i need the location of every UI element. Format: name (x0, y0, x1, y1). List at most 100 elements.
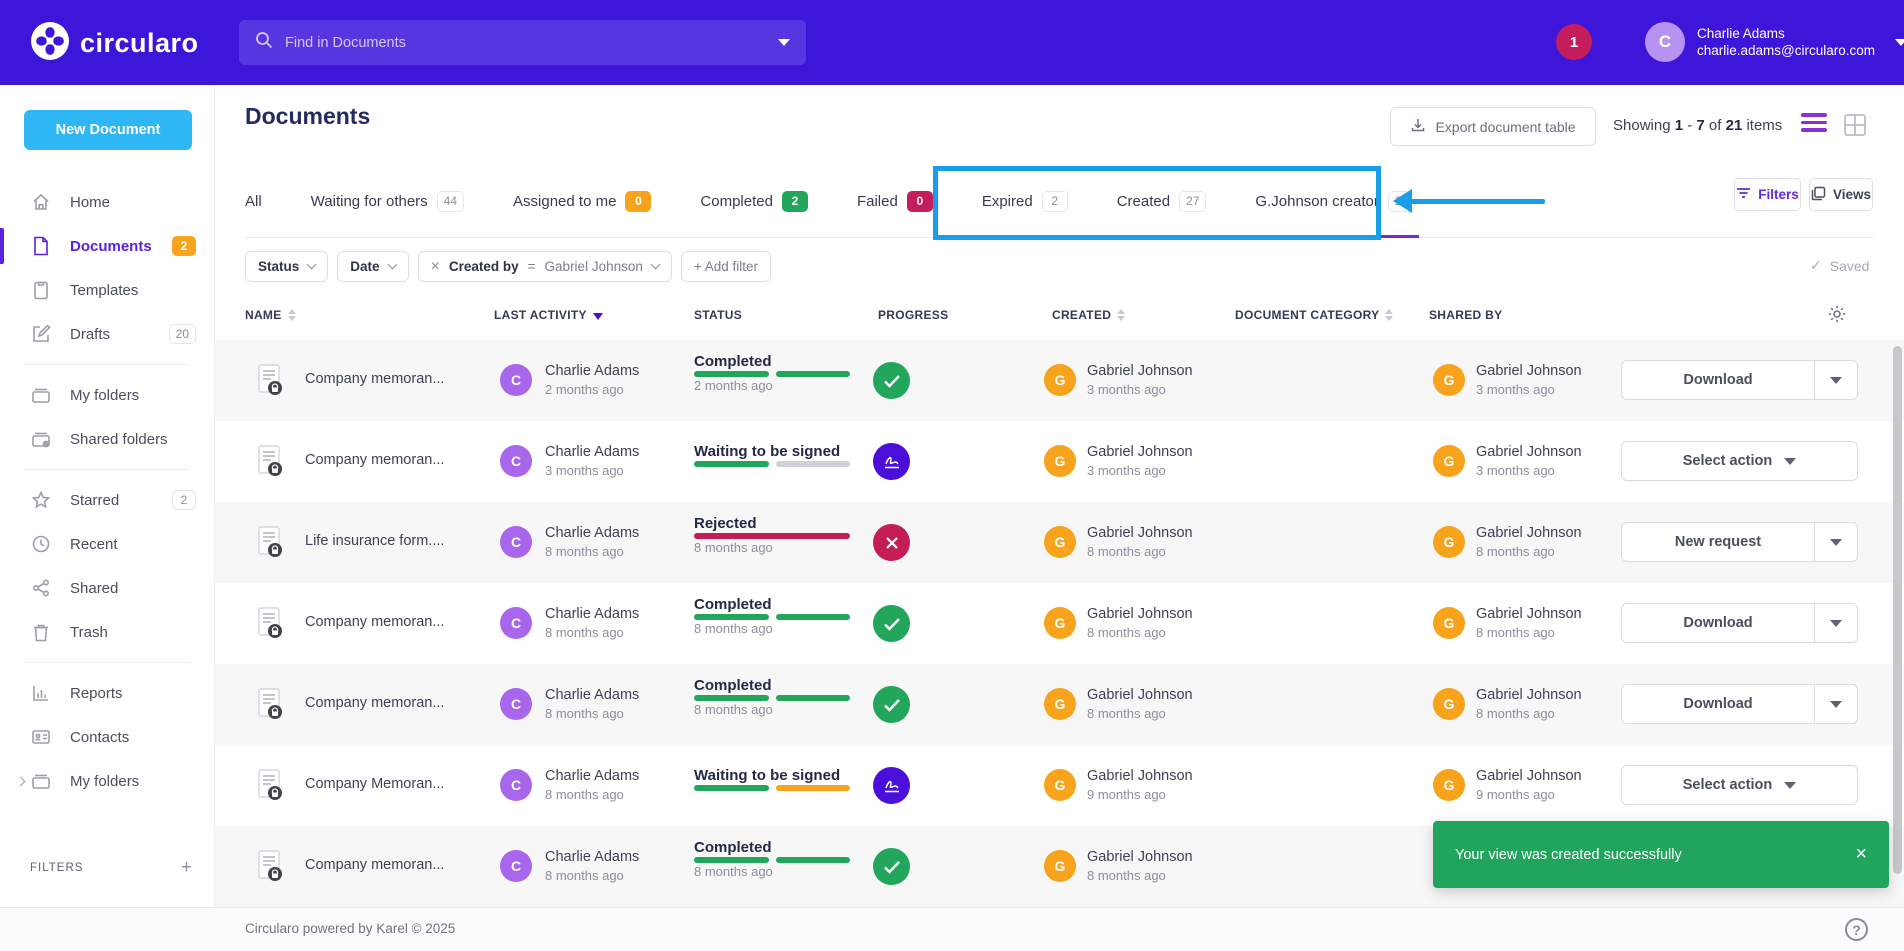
table-row[interactable]: Company memoran... C Charlie Adams2 mont… (215, 340, 1904, 421)
row-action-button[interactable]: Download (1621, 684, 1858, 724)
action-dropdown-caret[interactable] (1815, 701, 1857, 708)
status-time: 8 months ago (694, 864, 773, 879)
close-icon[interactable]: × (1855, 843, 1867, 866)
sidebar-item-shared-folders[interactable]: Shared folders (0, 417, 214, 461)
close-icon[interactable]: × (431, 258, 440, 276)
clock-icon (30, 534, 52, 554)
sort-icon[interactable] (1385, 309, 1393, 321)
locked-document-icon (257, 607, 283, 644)
column-header-created[interactable]: CREATED (1052, 308, 1125, 322)
column-header-progress[interactable]: PROGRESS (878, 308, 948, 322)
avatar: G (1044, 526, 1076, 558)
sidebar-item-label: Templates (70, 282, 138, 299)
table-row[interactable]: Company memoran... C Charlie Adams3 mont… (215, 421, 1904, 502)
search-scope-caret-icon[interactable] (778, 39, 790, 46)
global-search[interactable] (239, 20, 806, 65)
action-dropdown-caret[interactable] (1815, 539, 1857, 546)
locked-document-icon (257, 769, 283, 806)
export-document-table-button[interactable]: Export document table (1390, 107, 1596, 146)
table-row[interactable]: Company Memoran... C Charlie Adams8 mont… (215, 745, 1904, 826)
table-row[interactable]: Company memoran... C Charlie Adams8 mont… (215, 664, 1904, 745)
locked-document-icon (257, 364, 283, 401)
sidebar-item-trash[interactable]: Trash (0, 610, 214, 654)
footer: Circularo powered by Karel © 2025 ? (0, 907, 1904, 951)
sidebar-item-shared[interactable]: Shared (0, 566, 214, 610)
document-name[interactable]: Company memoran... (305, 371, 490, 387)
document-name[interactable]: Company memoran... (305, 452, 490, 468)
row-action-button[interactable]: Download (1621, 603, 1858, 643)
brand-logo[interactable]: circularo (30, 21, 199, 66)
action-dropdown-caret[interactable] (1784, 458, 1796, 465)
search-input[interactable] (285, 35, 778, 51)
document-name[interactable]: Company Memoran... (305, 776, 490, 792)
new-document-button[interactable]: New Document (24, 110, 192, 150)
add-filter-plus-icon[interactable]: + (181, 857, 192, 879)
column-header-status[interactable]: STATUS (694, 308, 742, 322)
action-dropdown-caret[interactable] (1815, 377, 1857, 384)
document-name[interactable]: Company memoran... (305, 695, 490, 711)
table-row[interactable]: Company memoran... C Charlie Adams8 mont… (215, 583, 1904, 664)
views-button[interactable]: Views (1809, 178, 1873, 211)
column-header-last-activity[interactable]: LAST ACTIVITY (494, 308, 603, 322)
row-action-button[interactable]: Download (1621, 360, 1858, 400)
document-tabs: All Waiting for others44 Assigned to me0… (245, 165, 1874, 238)
document-name[interactable]: Company memoran... (305, 857, 490, 873)
row-action-button[interactable]: Select action (1621, 441, 1858, 481)
tab-gjohnson-creator[interactable]: G.Johnson creator21 (1255, 165, 1415, 237)
shared-time: 8 months ago (1476, 706, 1555, 721)
created-by-filter-chip[interactable]: × Created by = Gabriel Johnson (418, 251, 672, 282)
document-name[interactable]: Company memoran... (305, 614, 490, 630)
notification-badge[interactable]: 1 (1556, 24, 1592, 60)
column-header-shared-by[interactable]: SHARED BY (1429, 308, 1502, 322)
last-activity-user: Charlie Adams (545, 849, 639, 865)
sort-desc-icon[interactable] (593, 313, 603, 320)
tab-completed[interactable]: Completed2 (700, 165, 808, 237)
date-filter-dropdown[interactable]: Date (337, 251, 408, 282)
sort-icon[interactable] (1117, 309, 1125, 321)
tab-waiting-for-others[interactable]: Waiting for others44 (311, 165, 464, 237)
status-label: Completed (694, 353, 772, 370)
sidebar-item-recent[interactable]: Recent (0, 522, 214, 566)
list-view-toggle-icon[interactable] (1801, 113, 1827, 137)
add-filter-button[interactable]: + Add filter (681, 251, 771, 282)
sidebar-item-drafts[interactable]: Drafts 20 (0, 312, 214, 356)
toast-message: Your view was created successfully (1455, 847, 1855, 863)
tab-created[interactable]: Created27 (1117, 165, 1207, 237)
document-name[interactable]: Life insurance form.... (305, 533, 490, 549)
grid-view-toggle-icon[interactable] (1842, 112, 1868, 143)
action-dropdown-caret[interactable] (1784, 782, 1796, 789)
page-title: Documents (245, 103, 370, 130)
sidebar-item-reports[interactable]: Reports (0, 671, 214, 715)
row-action-button[interactable]: Select action (1621, 765, 1858, 805)
row-action-button[interactable]: New request (1621, 522, 1858, 562)
help-icon[interactable]: ? (1845, 918, 1868, 941)
tab-expired[interactable]: Expired2 (982, 165, 1068, 237)
saved-indicator: ✓Saved (1810, 257, 1869, 274)
filters-section-label: FILTERS (30, 862, 83, 874)
chevron-right-icon[interactable] (16, 776, 26, 786)
tab-assigned-to-me[interactable]: Assigned to me0 (513, 165, 651, 237)
created-by: Gabriel Johnson (1087, 768, 1193, 784)
action-dropdown-caret[interactable] (1815, 620, 1857, 627)
sidebar-item-my-folders[interactable]: My folders (0, 373, 214, 417)
status-filter-dropdown[interactable]: Status (245, 251, 328, 282)
column-settings-gear-icon[interactable] (1827, 304, 1847, 329)
sidebar-item-documents[interactable]: Documents 2 (0, 224, 214, 268)
sidebar-item-home[interactable]: Home (0, 180, 214, 224)
column-header-document-category[interactable]: DOCUMENT CATEGORY (1235, 308, 1393, 322)
sidebar-item-contacts[interactable]: Contacts (0, 715, 214, 759)
user-menu[interactable]: C Charlie Adams charlie.adams@circularo.… (1645, 22, 1904, 62)
sidebar-item-starred[interactable]: Starred 2 (0, 478, 214, 522)
tab-failed[interactable]: Failed0 (857, 165, 933, 237)
sidebar-item-my-folders-tree[interactable]: My folders (0, 759, 214, 803)
drafts-count-badge: 20 (169, 324, 196, 344)
column-header-name[interactable]: NAME (245, 308, 296, 322)
filters-button[interactable]: Filters (1734, 178, 1801, 211)
tab-all[interactable]: All (245, 165, 262, 237)
sort-icon[interactable] (288, 309, 296, 321)
status-time: 8 months ago (694, 702, 773, 717)
vertical-scrollbar[interactable] (1893, 346, 1902, 874)
sidebar-item-templates[interactable]: Templates (0, 268, 214, 312)
table-row[interactable]: Life insurance form.... C Charlie Adams8… (215, 502, 1904, 583)
avatar: G (1044, 364, 1076, 396)
